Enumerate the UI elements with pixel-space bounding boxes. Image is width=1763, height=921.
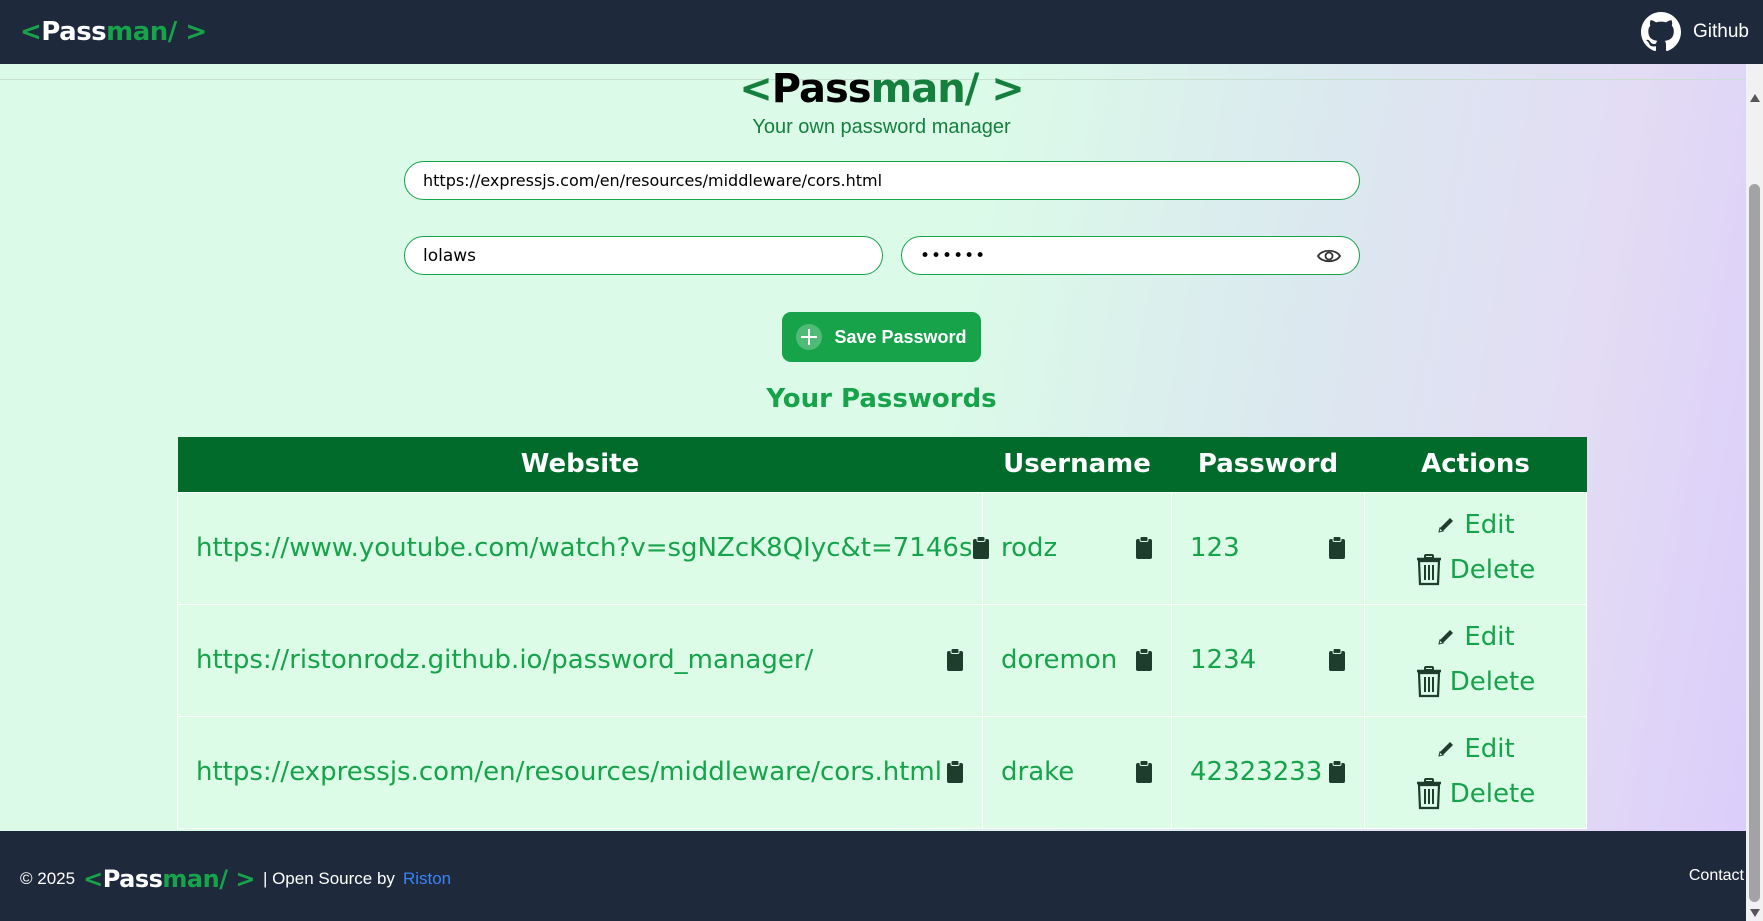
- website-link[interactable]: https://expressjs.com/en/resources/middl…: [196, 757, 942, 787]
- hero-logo-pass: Pass: [771, 66, 872, 112]
- tagline: Your own password manager: [752, 116, 1011, 138]
- table-body: https://www.youtube.com/watch?v=sgNZcK8Q…: [177, 491, 1587, 829]
- hero-logo: <Passman/ >: [0, 66, 1763, 112]
- clipboard-icon[interactable]: [946, 648, 964, 672]
- edit-label: Edit: [1464, 734, 1515, 764]
- scrollbar-thumb[interactable]: [1749, 184, 1760, 902]
- clipboard-icon[interactable]: [1135, 760, 1153, 784]
- header-username: Username: [982, 437, 1172, 492]
- github-icon: [1641, 12, 1682, 52]
- username-text: doremon: [1001, 645, 1118, 675]
- scrollbar[interactable]: [1746, 64, 1763, 921]
- username-cell: drake: [982, 715, 1172, 829]
- header-actions: Actions: [1364, 437, 1587, 492]
- edit-pencil-icon: [1438, 518, 1454, 533]
- navbar: <Passman/ > Github: [0, 0, 1763, 64]
- delete-label: Delete: [1449, 555, 1536, 585]
- footer: © 2025 <Passman/ > | Open Source by Rist…: [0, 831, 1746, 921]
- footer-logo-man: man/: [162, 865, 228, 893]
- password-input[interactable]: ••••••: [901, 236, 1360, 275]
- password-text: 123: [1190, 533, 1240, 563]
- hero-logo-open: <: [739, 66, 773, 112]
- contact-link[interactable]: Contact: [1689, 867, 1744, 885]
- table-header-row: Website Username Password Actions: [177, 437, 1587, 492]
- passwords-heading: Your Passwords: [766, 384, 997, 414]
- save-password-button[interactable]: Save Password: [782, 312, 981, 362]
- delete-button[interactable]: Delete: [1416, 666, 1535, 698]
- edit-label: Edit: [1464, 622, 1515, 652]
- website-link[interactable]: https://www.youtube.com/watch?v=sgNZcK8Q…: [196, 533, 972, 563]
- password-text: 42323233: [1190, 757, 1323, 787]
- website-cell: https://www.youtube.com/watch?v=sgNZcK8Q…: [177, 491, 990, 605]
- table-row: https://expressjs.com/en/resources/middl…: [177, 715, 1587, 829]
- delete-label: Delete: [1449, 667, 1536, 697]
- actions-cell: Edit Delete: [1364, 715, 1587, 829]
- username-text: drake: [1001, 757, 1075, 787]
- table-row: https://ristonrodz.github.io/password_ma…: [177, 603, 1587, 717]
- website-url-input[interactable]: https://expressjs.com/en/resources/middl…: [404, 161, 1360, 200]
- username-cell: doremon: [982, 603, 1172, 717]
- add-icon: [796, 324, 823, 350]
- website-link[interactable]: https://ristonrodz.github.io/password_ma…: [196, 645, 813, 675]
- clipboard-icon[interactable]: [1135, 648, 1153, 672]
- password-text: 1234: [1190, 645, 1257, 675]
- password-value: ••••••: [920, 245, 987, 266]
- footer-logo: <Passman/ >: [83, 865, 255, 893]
- github-label: Github: [1693, 21, 1749, 42]
- edit-pencil-icon: [1438, 742, 1454, 757]
- logo-man: man/: [106, 17, 177, 47]
- delete-label: Delete: [1449, 779, 1536, 809]
- eye-icon[interactable]: [1317, 247, 1341, 265]
- logo-open: <: [20, 17, 42, 47]
- footer-logo-close: >: [227, 865, 255, 893]
- website-cell: https://ristonrodz.github.io/password_ma…: [177, 603, 983, 717]
- footer-logo-pass: Pass: [102, 865, 163, 893]
- credit-text: | Open Source by: [262, 869, 395, 888]
- author-link[interactable]: Riston: [403, 869, 451, 889]
- website-url-value: https://expressjs.com/en/resources/middl…: [423, 171, 883, 190]
- username-value: lolaws: [423, 245, 477, 266]
- edit-pencil-icon: [1438, 630, 1454, 645]
- hero-logo-close: >: [978, 66, 1025, 112]
- password-cell: 1234: [1171, 603, 1365, 717]
- logo-close: >: [176, 17, 207, 47]
- edit-button[interactable]: Edit: [1436, 510, 1515, 540]
- username-input[interactable]: lolaws: [404, 236, 883, 275]
- table-row: https://www.youtube.com/watch?v=sgNZcK8Q…: [177, 491, 1587, 605]
- password-cell: 42323233: [1171, 715, 1365, 829]
- password-cell: 123: [1171, 491, 1365, 605]
- trash-icon: [1416, 666, 1441, 698]
- scroll-down-arrow-icon[interactable]: [1750, 909, 1760, 917]
- clipboard-icon[interactable]: [1328, 760, 1346, 784]
- clipboard-icon[interactable]: [946, 760, 964, 784]
- header-website: Website: [177, 437, 983, 492]
- clipboard-icon[interactable]: [1328, 536, 1346, 560]
- website-cell: https://expressjs.com/en/resources/middl…: [177, 715, 983, 829]
- navbar-logo[interactable]: <Passman/ >: [20, 17, 207, 47]
- hero-logo-man: man/: [870, 66, 980, 112]
- trash-icon: [1416, 554, 1441, 586]
- footer-logo-open: <: [83, 865, 103, 893]
- delete-button[interactable]: Delete: [1416, 554, 1535, 586]
- actions-cell: Edit Delete: [1364, 491, 1587, 605]
- edit-label: Edit: [1464, 510, 1515, 540]
- github-link[interactable]: Github: [1641, 12, 1749, 52]
- copyright: © 2025: [20, 869, 76, 888]
- actions-cell: Edit Delete: [1364, 603, 1587, 717]
- delete-button[interactable]: Delete: [1416, 778, 1535, 810]
- passwords-table: Website Username Password Actions https:…: [177, 437, 1587, 829]
- edit-button[interactable]: Edit: [1436, 622, 1515, 652]
- logo-pass: Pass: [41, 17, 107, 47]
- edit-button[interactable]: Edit: [1436, 734, 1515, 764]
- username-cell: rodz: [982, 491, 1172, 605]
- clipboard-icon[interactable]: [1328, 648, 1346, 672]
- trash-icon: [1416, 778, 1441, 810]
- header-password: Password: [1171, 437, 1365, 492]
- clipboard-icon[interactable]: [972, 536, 990, 560]
- clipboard-icon[interactable]: [1135, 536, 1153, 560]
- username-text: rodz: [1001, 533, 1058, 563]
- save-password-label: Save Password: [834, 326, 967, 347]
